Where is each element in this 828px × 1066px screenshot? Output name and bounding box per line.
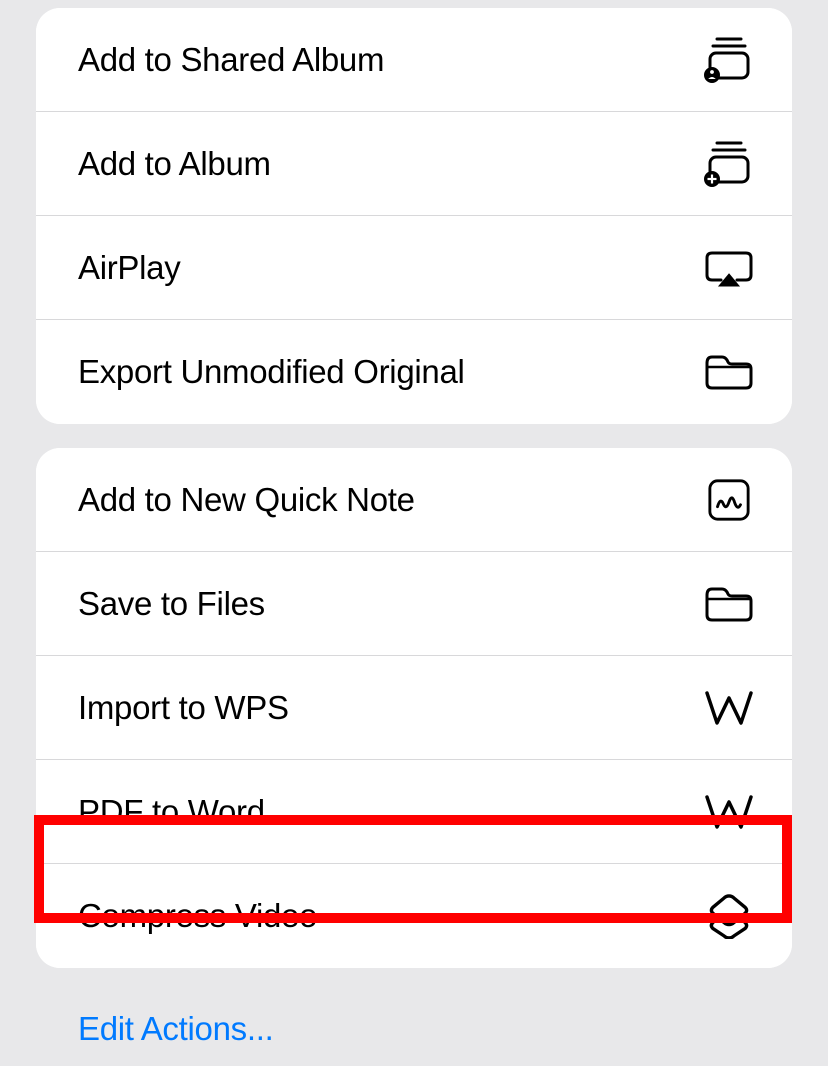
add-to-album[interactable]: Add to Album — [36, 112, 792, 216]
import-to-wps[interactable]: Import to WPS — [36, 656, 792, 760]
folder-icon — [704, 580, 754, 628]
edit-actions-label: Edit Actions... — [78, 1010, 273, 1047]
menu-item-label: Save to Files — [78, 585, 265, 623]
add-album-icon — [704, 140, 754, 188]
menu-item-label: Import to WPS — [78, 689, 289, 727]
menu-item-label: Add to New Quick Note — [78, 481, 415, 519]
menu-item-label: Add to Album — [78, 145, 271, 183]
folder-icon — [704, 348, 754, 396]
menu-item-label: PDF to Word — [78, 793, 265, 831]
action-group-1: Add to Shared Album Add to Album — [36, 8, 792, 424]
shortcuts-icon — [704, 892, 754, 940]
add-to-new-quick-note[interactable]: Add to New Quick Note — [36, 448, 792, 552]
quick-note-icon — [704, 476, 754, 524]
wps-icon — [704, 788, 754, 836]
airplay-icon — [704, 244, 754, 292]
action-group-2: Add to New Quick Note Save to Files Impo… — [36, 448, 792, 968]
menu-item-label: AirPlay — [78, 249, 180, 287]
pdf-to-word[interactable]: PDF to Word — [36, 760, 792, 864]
compress-video[interactable]: Compress Video — [36, 864, 792, 968]
wps-icon — [704, 684, 754, 732]
edit-actions-button[interactable]: Edit Actions... — [0, 992, 828, 1066]
add-to-shared-album[interactable]: Add to Shared Album — [36, 8, 792, 112]
save-to-files[interactable]: Save to Files — [36, 552, 792, 656]
export-unmodified-original[interactable]: Export Unmodified Original — [36, 320, 792, 424]
airplay[interactable]: AirPlay — [36, 216, 792, 320]
menu-item-label: Export Unmodified Original — [78, 353, 465, 391]
menu-item-label: Add to Shared Album — [78, 41, 384, 79]
menu-item-label: Compress Video — [78, 897, 317, 935]
shared-album-icon — [704, 36, 754, 84]
share-sheet-actions: Add to Shared Album Add to Album — [0, 8, 828, 1066]
